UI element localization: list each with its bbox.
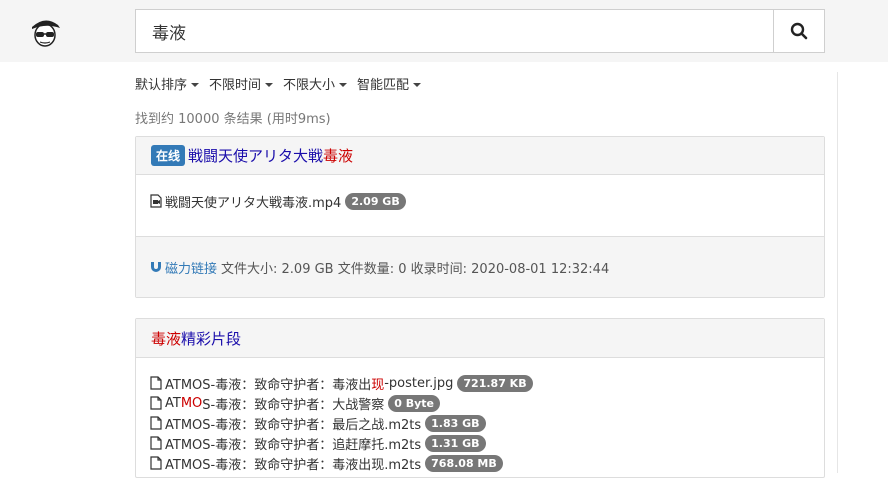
file-size-badge: 1.83 GB (425, 414, 486, 432)
online-badge: 在线 (151, 145, 186, 166)
title-highlight[interactable]: 毒液 (323, 145, 353, 166)
video-file-icon (150, 194, 162, 208)
file-size-badge: 0 Byte (388, 394, 440, 412)
meta-text: 文件大小: 2.09 GB 文件数量: 0 收录时间: 2020-08-01 1… (221, 261, 610, 277)
match-filter[interactable]: 智能匹配 (357, 74, 422, 93)
file-size-badge: 768.08 MB (425, 454, 503, 472)
file-name: ATMOS-毒液：致命守护者：毒液出 (165, 377, 372, 393)
file-name: ATMOS-毒液：致命守护者：毒液出现.m2ts (165, 457, 422, 473)
filter-bar: 默认排序 不限时间 不限大小 智能匹配 (135, 74, 422, 93)
file-name: -poster.jpg (384, 375, 454, 391)
file-size-badge: 2.09 GB (345, 192, 406, 210)
title-highlight[interactable]: 毒液 (151, 328, 181, 349)
size-filter[interactable]: 不限大小 (283, 74, 348, 93)
file-item: 戦闘天使アリタ大戦毒液.mp4 2.09 GB (150, 191, 810, 211)
file-item: ATMOS-毒液：致命守护者：毒液出现.m2ts 768.08 MB (150, 453, 810, 473)
file-name: 戦闘天使アリタ大戦毒液.mp4 (165, 195, 342, 211)
logo-avatar-icon[interactable] (26, 13, 64, 51)
caret-down-icon (339, 82, 348, 87)
search-box (135, 9, 825, 53)
magnet-link[interactable]: 磁力链接 (165, 258, 217, 277)
sort-filter[interactable]: 默认排序 (135, 74, 200, 93)
file-icon (150, 456, 162, 470)
file-size-badge: 721.87 KB (457, 374, 533, 392)
result-card: 在线 戦闘天使アリタ大戦 毒液 戦闘天使アリタ大戦毒液.mp4 2.09 GB … (135, 136, 825, 298)
file-name-highlight: 现 (371, 377, 385, 393)
file-item: ATMOS-毒液：致命守护者：最后之战.m2ts 1.83 GB (150, 413, 810, 433)
result-stats: 找到约 10000 条结果 (用时9ms) (135, 112, 331, 127)
file-size-badge: 1.31 GB (425, 434, 486, 452)
time-filter[interactable]: 不限时间 (209, 74, 274, 93)
file-icon (150, 416, 162, 430)
result-card: 毒液 精彩片段 ATMOS-毒液：致命守护者：毒液出现 -poster.jpg 7… (135, 318, 825, 478)
file-item: ATMOS-毒液：致命守护者：毒液出现 -poster.jpg 721.87 KB (150, 373, 810, 393)
filter-label: 不限时间 (209, 78, 262, 93)
filter-label: 不限大小 (283, 78, 336, 93)
search-button[interactable] (773, 10, 824, 52)
result-meta: 磁力链接 文件大小: 2.09 GB 文件数量: 0 收录时间: 2020-08… (136, 237, 824, 297)
caret-down-icon (191, 82, 200, 87)
file-name: AT (165, 395, 181, 411)
file-name: ATMOS-毒液：致命守护者：追赶摩托.m2ts (165, 437, 422, 453)
title-text[interactable]: 精彩片段 (181, 328, 241, 349)
file-name: S-毒液：致命守护者：大战警察 (202, 397, 385, 413)
content-divider (837, 72, 838, 473)
top-bar (0, 0, 888, 62)
caret-down-icon (413, 82, 422, 87)
search-icon (790, 22, 808, 40)
search-input[interactable] (136, 10, 774, 52)
file-item: ATMOS-毒液：致命守护者：追赶摩托.m2ts 1.31 GB (150, 433, 810, 453)
file-icon (150, 436, 162, 450)
file-name-highlight: MO (180, 395, 203, 411)
file-icon (150, 376, 162, 390)
filter-label: 智能匹配 (357, 78, 410, 93)
file-list: 戦闘天使アリタ大戦毒液.mp4 2.09 GB (136, 175, 824, 237)
magnet-icon (151, 262, 161, 272)
file-item: AT MO S-毒液：致命守护者：大战警察 0 Byte (150, 393, 810, 413)
file-icon (150, 396, 162, 410)
filter-label: 默认排序 (135, 78, 188, 93)
title-text[interactable]: 戦闘天使アリタ大戦 (188, 145, 323, 166)
result-title[interactable]: 毒液 精彩片段 (136, 319, 824, 358)
file-name: ATMOS-毒液：致命守护者：最后之战.m2ts (165, 417, 422, 433)
caret-down-icon (265, 82, 274, 87)
file-list: ATMOS-毒液：致命守护者：毒液出现 -poster.jpg 721.87 KB… (136, 358, 824, 473)
result-title[interactable]: 在线 戦闘天使アリタ大戦 毒液 (136, 137, 824, 175)
